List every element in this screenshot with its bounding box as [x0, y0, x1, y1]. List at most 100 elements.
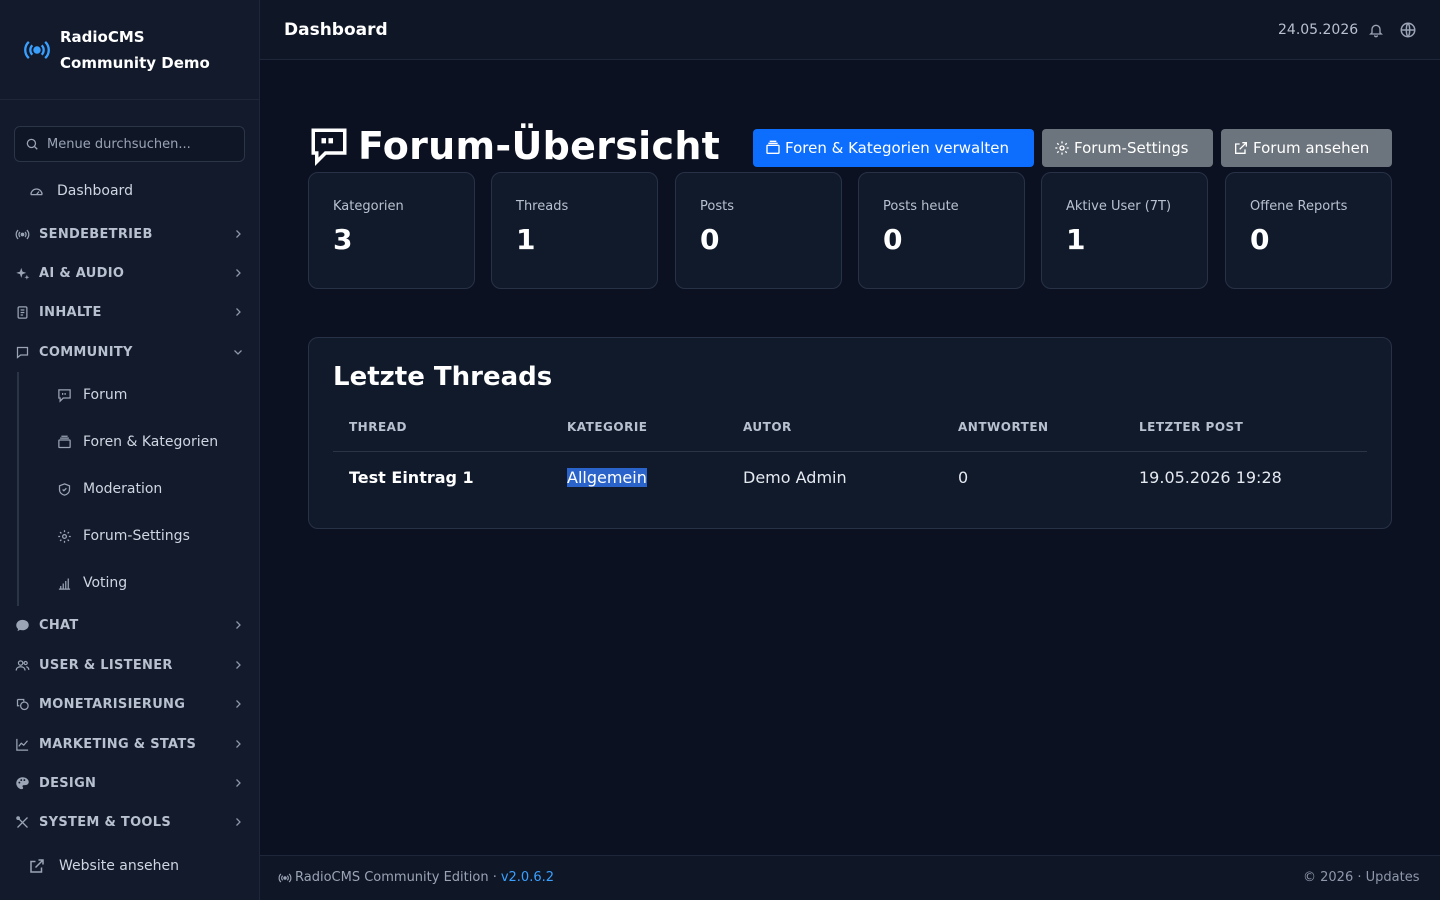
sidebar-item-forum[interactable]: Forum — [0, 384, 259, 406]
stat-label: Posts — [700, 199, 734, 214]
replies-cell: 0 — [958, 468, 969, 487]
sidebar-group-chat[interactable]: CHAT — [0, 615, 259, 635]
sidebar: RadioCMS Community Demo Dashboard SENDEB… — [0, 0, 260, 900]
stat-card-kategorien: Kategorien 3 — [308, 172, 475, 289]
brand-name: RadioCMS Community Demo — [60, 24, 210, 76]
chevron-down-icon — [234, 350, 242, 355]
header-date: 24.05.2026 — [1278, 21, 1359, 38]
stat-value: 1 — [1066, 223, 1086, 256]
sidebar-group-label: MONETARISIERUNG — [39, 696, 186, 712]
chat-icon — [14, 617, 30, 633]
brand-line1: RadioCMS — [60, 27, 145, 46]
stat-value: 0 — [1250, 223, 1270, 256]
sidebar-group-monetarisierung[interactable]: MONETARISIERUNG — [0, 694, 259, 714]
broadcast-icon — [14, 226, 30, 242]
topbar: Dashboard 24.05.2026 — [260, 0, 1440, 60]
external-link-icon — [1235, 142, 1247, 154]
column-header: ANTWORTEN — [958, 420, 1049, 434]
sidebar-group-ai-audio[interactable]: AI & AUDIO — [0, 263, 259, 283]
shield-icon — [56, 481, 72, 497]
card-title: Letzte Threads — [333, 362, 553, 392]
column-header: KATEGORIE — [567, 420, 648, 434]
page-heading: Forum-Übersicht — [358, 124, 721, 168]
header-title: Dashboard — [284, 19, 388, 40]
sidebar-group-label: AI & AUDIO — [39, 265, 125, 281]
external-link-icon — [28, 857, 46, 875]
thread-link[interactable]: Test Eintrag 1 — [349, 468, 474, 487]
chevron-right-icon — [236, 269, 241, 277]
sidebar-group-sendebetrieb[interactable]: SENDEBETRIEB — [0, 224, 259, 244]
sidebar-group-label: USER & LISTENER — [39, 657, 173, 673]
gauge-icon — [28, 183, 44, 199]
stat-card-posts-heute: Posts heute 0 — [858, 172, 1025, 289]
tools-icon — [14, 814, 30, 830]
stat-label: Threads — [516, 199, 569, 214]
brand-line2: Community Demo — [60, 53, 210, 72]
sidebar-item-moderation[interactable]: Moderation — [0, 478, 259, 500]
sidebar-item-voting[interactable]: Voting — [0, 572, 259, 594]
menu-search[interactable] — [14, 126, 245, 162]
bell-icon[interactable] — [1368, 22, 1384, 38]
sidebar-group-label: DESIGN — [39, 775, 97, 791]
search-input[interactable] — [47, 136, 227, 152]
chevron-right-icon — [236, 621, 241, 629]
sidebar-item-label: Voting — [83, 575, 128, 591]
gear-icon — [56, 528, 72, 544]
view-forum-button[interactable]: Forum ansehen — [1221, 129, 1392, 167]
sidebar-group-system-tools[interactable]: SYSTEM & TOOLS — [0, 812, 259, 832]
stat-label: Offene Reports — [1250, 199, 1348, 214]
chevron-right-icon — [236, 230, 241, 238]
footer-right[interactable]: © 2026 · Updates — [1303, 870, 1419, 885]
category-cell[interactable]: Allgemein — [567, 468, 647, 487]
sidebar-group-marketing-stats[interactable]: MARKETING & STATS — [0, 734, 259, 754]
manage-forums-button[interactable]: Foren & Kategorien verwalten — [753, 129, 1034, 167]
footer: RadioCMS Community Edition · v2.0.6.2 © … — [260, 855, 1440, 900]
latest-threads-card: Letzte Threads THREAD KATEGORIE AUTOR AN… — [308, 337, 1392, 529]
forum-settings-button[interactable]: Forum-Settings — [1042, 129, 1213, 167]
stat-card-aktive-user: Aktive User (7T) 1 — [1041, 172, 1208, 289]
chevron-right-icon — [236, 700, 241, 708]
sidebar-item-label: Moderation — [83, 481, 163, 497]
chevron-right-icon — [236, 779, 241, 787]
search-icon — [26, 138, 38, 150]
stat-card-threads: Threads 1 — [491, 172, 658, 289]
chevron-right-icon — [236, 308, 241, 316]
brand[interactable]: RadioCMS Community Demo — [0, 0, 259, 100]
sidebar-item-website[interactable]: Website ansehen — [0, 855, 259, 877]
sidebar-item-label: Forum — [83, 387, 128, 403]
button-label: Foren & Kategorien verwalten — [785, 139, 1010, 157]
palette-icon — [14, 775, 30, 791]
document-icon — [14, 304, 30, 320]
sidebar-group-design[interactable]: DESIGN — [0, 773, 259, 793]
chevron-right-icon — [236, 661, 241, 669]
footer-version[interactable]: v2.0.6.2 — [501, 870, 554, 885]
stat-label: Kategorien — [333, 199, 404, 214]
users-icon — [14, 657, 30, 673]
sidebar-group-community[interactable]: COMMUNITY — [0, 342, 259, 362]
column-header: THREAD — [349, 420, 407, 434]
sparkle-icon — [14, 265, 30, 281]
sidebar-group-inhalte[interactable]: INHALTE — [0, 302, 259, 322]
last-post-cell: 19.05.2026 19:28 — [1139, 468, 1282, 487]
broadcast-icon — [278, 872, 292, 883]
table-row[interactable]: Test Eintrag 1 Allgemein Demo Admin 0 19… — [333, 452, 1367, 506]
chat-bubble-icon — [14, 344, 30, 360]
button-label: Forum-Settings — [1074, 139, 1189, 157]
stat-value: 0 — [700, 223, 720, 256]
sidebar-item-label: Dashboard — [57, 183, 133, 199]
coins-icon — [14, 696, 30, 712]
sidebar-item-foren-kategorien[interactable]: Foren & Kategorien — [0, 431, 259, 453]
sidebar-item-dashboard[interactable]: Dashboard — [0, 180, 259, 202]
chevron-right-icon — [236, 740, 241, 748]
column-header: LETZTER POST — [1139, 420, 1244, 434]
broadcast-icon — [22, 35, 52, 65]
sidebar-item-label: Foren & Kategorien — [83, 434, 219, 450]
author-cell: Demo Admin — [743, 468, 847, 487]
footer-left: RadioCMS Community Edition · v2.0.6.2 — [278, 870, 554, 885]
globe-icon[interactable] — [1399, 21, 1417, 39]
folders-icon — [766, 140, 780, 154]
sidebar-item-forum-settings[interactable]: Forum-Settings — [0, 525, 259, 547]
sidebar-group-user-listener[interactable]: USER & LISTENER — [0, 655, 259, 675]
bar-chart-icon — [56, 575, 72, 591]
footer-text: RadioCMS Community Edition · — [295, 870, 497, 885]
